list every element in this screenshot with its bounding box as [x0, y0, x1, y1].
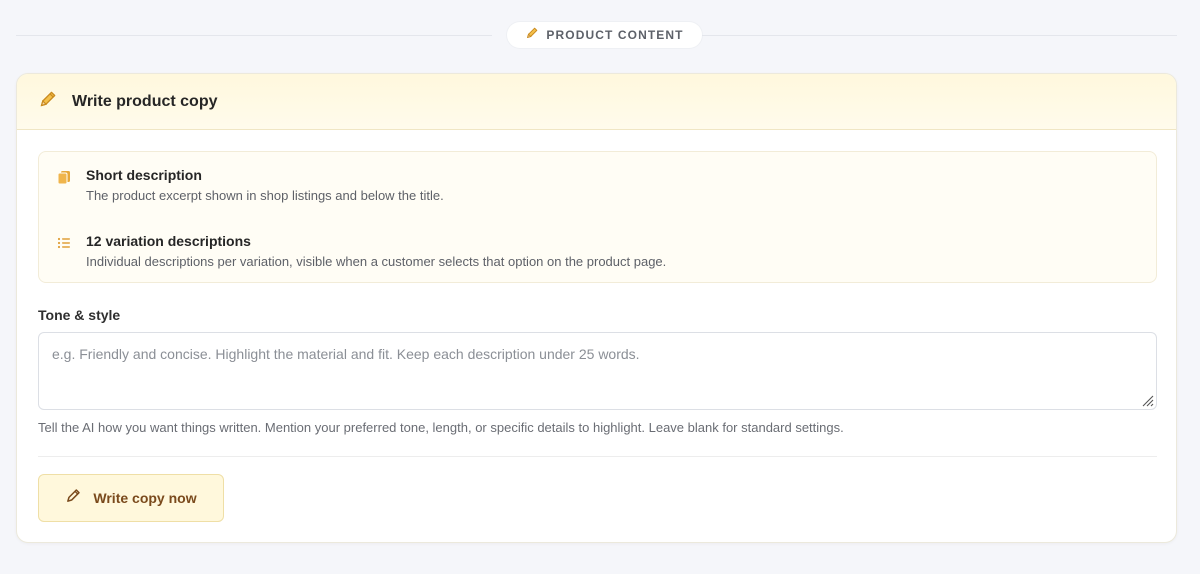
- info-item-title: 12 variation descriptions: [86, 233, 251, 249]
- section-pill: PRODUCT CONTENT: [507, 22, 702, 48]
- list-icon: [57, 236, 71, 250]
- tone-style-textarea[interactable]: e.g. Friendly and concise. Highlight the…: [38, 332, 1157, 410]
- info-box: Short description The product excerpt sh…: [38, 151, 1157, 283]
- divider-line-left: [16, 35, 492, 36]
- product-copy-card: Write product copy Short description The…: [16, 73, 1177, 543]
- pencil-icon: [525, 26, 539, 45]
- tone-style-label: Tone & style: [38, 307, 121, 323]
- info-item-variation-descriptions: 12 variation descriptions Individual des…: [57, 232, 666, 270]
- divider: [38, 456, 1157, 457]
- resize-handle-icon[interactable]: [1140, 393, 1154, 407]
- tone-style-placeholder: e.g. Friendly and concise. Highlight the…: [52, 346, 640, 362]
- card-title: Write product copy: [72, 92, 218, 110]
- info-item-description: The product excerpt shown in shop listin…: [86, 188, 444, 203]
- card-header: Write product copy: [17, 74, 1176, 130]
- pencil-icon: [65, 487, 82, 509]
- pencil-icon: [38, 89, 58, 114]
- tone-style-helper: Tell the AI how you want things written.…: [38, 420, 844, 435]
- info-item-description: Individual descriptions per variation, v…: [86, 254, 667, 269]
- write-copy-button-label: Write copy now: [93, 490, 197, 506]
- copy-pages-icon: [57, 170, 71, 185]
- write-copy-button[interactable]: Write copy now: [38, 474, 224, 522]
- section-divider: PRODUCT CONTENT: [16, 22, 1177, 48]
- section-label: PRODUCT CONTENT: [546, 28, 684, 42]
- divider-line-right: [702, 35, 1177, 36]
- info-item-title: Short description: [86, 167, 202, 183]
- info-item-short-description: Short description The product excerpt sh…: [57, 166, 444, 204]
